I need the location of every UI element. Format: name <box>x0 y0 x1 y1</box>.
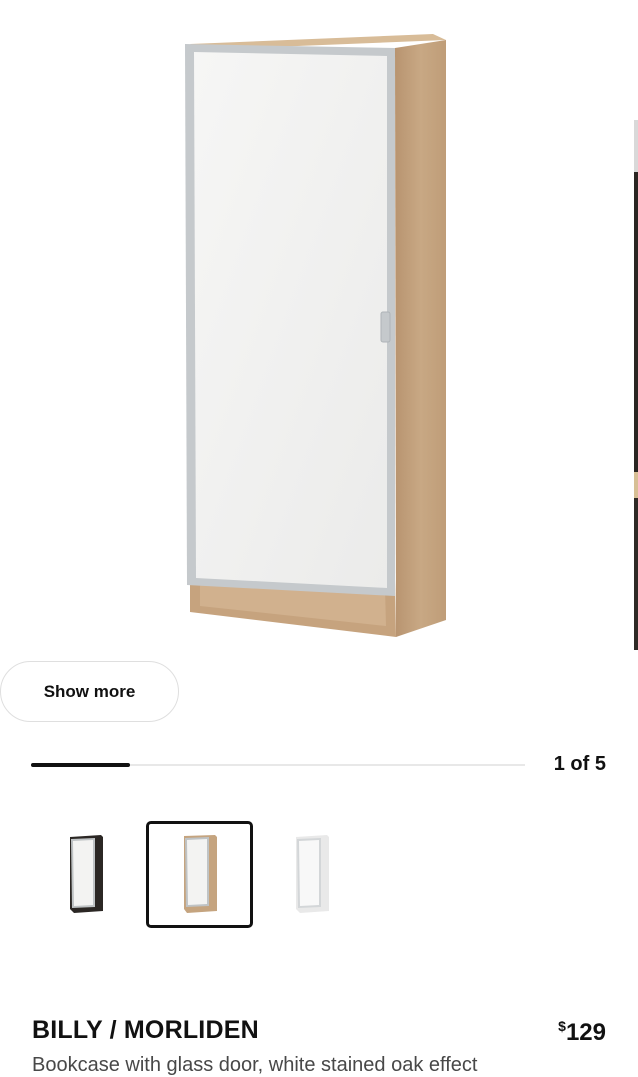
product-main-image[interactable] <box>0 0 638 650</box>
product-price: $129 <box>558 1018 606 1047</box>
price-amount: 129 <box>565 1019 606 1046</box>
price-currency: $ <box>558 1018 566 1034</box>
product-name: BILLY / MORLIDEN <box>32 1016 259 1044</box>
thumbnail-black-brown[interactable] <box>32 821 139 928</box>
product-image-gallery[interactable] <box>0 0 638 650</box>
thumbnail-black-brown-image <box>70 835 103 913</box>
next-image-peek[interactable] <box>634 0 638 650</box>
thumbnail-white-stained-oak[interactable] <box>146 821 253 928</box>
gallery-progress-bar <box>31 763 525 767</box>
gallery-progress-indicator <box>31 763 130 767</box>
thumbnail-white-image <box>296 835 329 913</box>
thumbnail-white[interactable] <box>260 821 367 928</box>
show-more-button[interactable]: Show more <box>0 661 179 722</box>
product-description: Bookcase with glass door, white stained … <box>32 1054 478 1076</box>
image-counter: 1 of 5 <box>553 753 606 775</box>
thumbnail-white-stained-oak-image <box>184 835 217 913</box>
